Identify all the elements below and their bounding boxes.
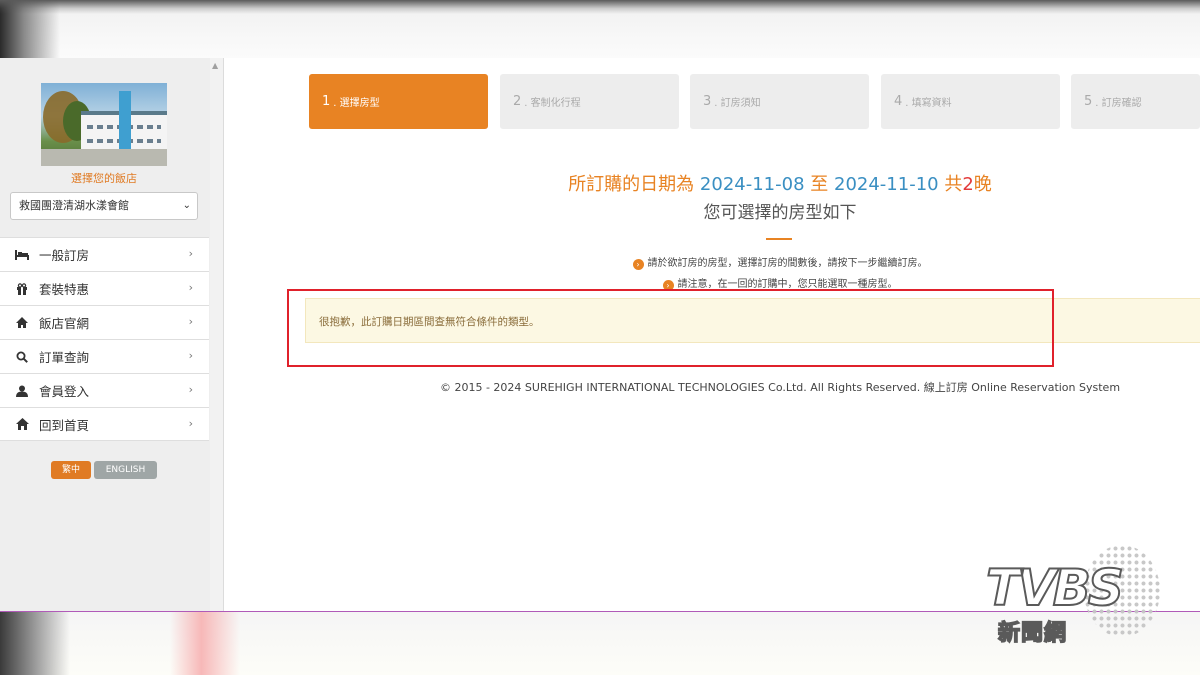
chevron-right-icon: › (188, 315, 193, 328)
home-icon (15, 418, 29, 430)
step-number: 1 (322, 94, 331, 109)
step-label: . 填寫資料 (905, 98, 952, 109)
chevron-right-icon: › (188, 247, 193, 260)
step-label: . 訂房確認 (1095, 98, 1142, 109)
total-prefix: 共 (944, 174, 963, 195)
step-number: 4 (894, 94, 903, 109)
divider (766, 238, 792, 240)
chevron-down-icon: ⌄ (182, 200, 191, 211)
sidebar: ▲ 選擇您的飯店 救國團澄清湖水漾會館 ⌄ 一般訂房 › 套裝特惠 › 飯店官網… (0, 58, 224, 611)
step-1-select-room[interactable]: 1 . 選擇房型 (309, 74, 488, 129)
menu-item-label: 會員登入 (39, 384, 90, 399)
chevron-right-icon: › (188, 417, 193, 430)
chevron-right-icon: › (188, 349, 193, 362)
lang-zh-button[interactable]: 繁中 (51, 461, 91, 479)
step-number: 2 (513, 94, 522, 109)
menu-item-label: 套裝特惠 (39, 282, 90, 297)
chevron-circle-icon: › (662, 280, 674, 291)
step-5-confirm[interactable]: 5 . 訂房確認 (1071, 74, 1200, 129)
chevron-right-icon: › (188, 281, 193, 294)
menu-item-label: 飯店官網 (39, 316, 90, 331)
menu-item-hotel-website[interactable]: 飯店官網 › (0, 305, 209, 339)
notice-2: › 請注意，在一回的訂購中，您只能選取一種房型。 (260, 275, 1200, 291)
menu-item-member-login[interactable]: 會員登入 › (0, 373, 209, 407)
start-date: 2024-11-08 (699, 174, 805, 195)
step-4-fill-info[interactable]: 4 . 填寫資料 (881, 74, 1060, 129)
sidebar-scrollbar[interactable] (210, 58, 223, 611)
chevron-right-icon: › (188, 383, 193, 396)
step-label: . 選擇房型 (333, 98, 380, 109)
notice-text: 請注意，在一回的訂購中，您只能選取一種房型。 (677, 279, 898, 290)
step-number: 5 (1084, 94, 1093, 109)
booking-date-line: 所訂購的日期為 2024-11-08 至 2024-11-10 共2晚 (260, 170, 1200, 196)
watermark-logo-text: TVBS (985, 558, 1125, 618)
menu-item-label: 訂單查詢 (39, 350, 90, 365)
alert-message: 很抱歉，此訂購日期區間查無符合條件的類型。 (319, 316, 540, 328)
watermark-sub-text: 新聞網 (997, 620, 1068, 647)
step-label: . 客制化行程 (524, 98, 581, 109)
menu-item-label: 一般訂房 (39, 248, 90, 263)
nights-count: 2 (962, 174, 974, 195)
menu-item-label: 回到首頁 (39, 417, 90, 433)
house-icon (15, 317, 29, 328)
hotel-photo (41, 83, 167, 166)
photo-top-band (0, 0, 1200, 58)
notice-1: › 請於欲訂房的房型，選擇訂房的間數後，請按下一步繼續訂房。 (260, 254, 1200, 270)
hotel-select[interactable]: 救國團澄清湖水漾會館 ⌄ (10, 192, 198, 220)
step-label: . 訂房須知 (714, 98, 761, 109)
lang-en-button[interactable]: ENGLISH (94, 461, 157, 479)
chevron-circle-icon: › (632, 259, 644, 270)
nights-unit: 晚 (973, 174, 992, 195)
user-icon (15, 385, 29, 397)
menu-item-general-booking[interactable]: 一般訂房 › (0, 237, 209, 271)
end-date: 2024-11-10 (834, 174, 939, 195)
step-2-customize[interactable]: 2 . 客制化行程 (500, 74, 679, 129)
step-number: 3 (703, 94, 712, 109)
gift-icon (15, 282, 29, 295)
scroll-up-arrow-icon[interactable]: ▲ (212, 61, 218, 70)
bed-icon (15, 249, 29, 260)
footer-copyright: © 2015 - 2024 SUREHIGH INTERNATIONAL TEC… (439, 381, 1121, 394)
date-prefix: 所訂購的日期為 (568, 174, 695, 195)
date-to: 至 (810, 174, 829, 195)
available-rooms-subtitle: 您可選擇的房型如下 (703, 203, 857, 223)
menu-item-home[interactable]: 回到首頁 › (0, 407, 209, 441)
menu-item-package-deals[interactable]: 套裝特惠 › (0, 271, 209, 305)
no-results-alert: 很抱歉，此訂購日期區間查無符合條件的類型。 (305, 298, 1200, 343)
hotel-select-value: 救國團澄清湖水漾會館 (19, 199, 129, 212)
tvbs-watermark-logo: TVBS 新聞網 (985, 545, 1176, 647)
search-icon (15, 351, 29, 363)
step-3-booking-notice[interactable]: 3 . 訂房須知 (690, 74, 869, 129)
menu-item-order-lookup[interactable]: 訂單查詢 › (0, 339, 209, 373)
choose-hotel-label: 選擇您的飯店 (71, 172, 137, 185)
notice-text: 請於欲訂房的房型，選擇訂房的間數後，請按下一步繼續訂房。 (647, 258, 928, 269)
sidebar-menu: 一般訂房 › 套裝特惠 › 飯店官網 › 訂單查詢 › 會員登入 › 回到首頁 … (0, 237, 209, 441)
